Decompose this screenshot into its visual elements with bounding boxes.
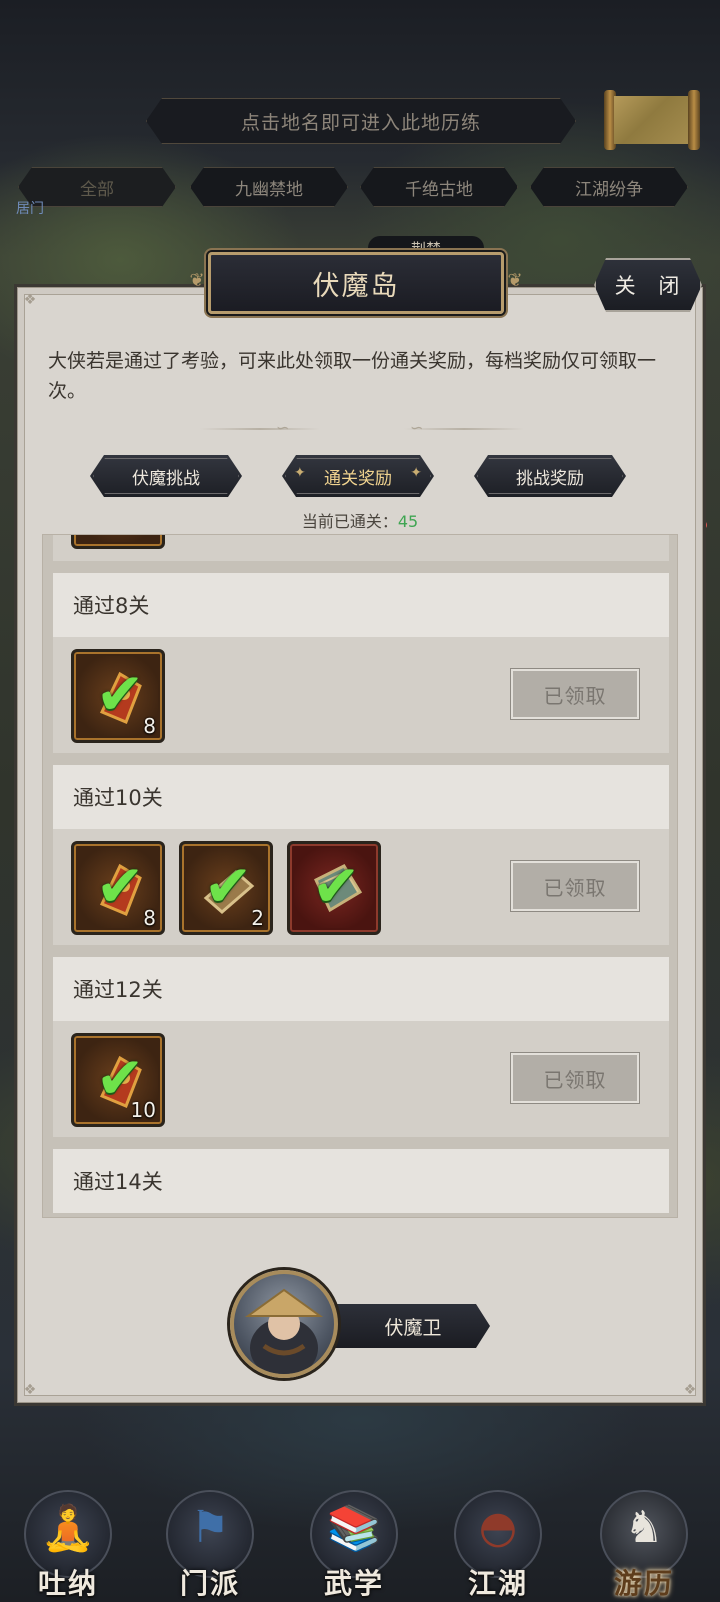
panel-title: 伏魔岛 [312,270,400,302]
reward-row: 通过12关 ✔ 10 已领取 [53,957,669,1137]
region-tab-label: 千绝古地 [405,179,473,200]
tab-label: 通关奖励 [324,468,392,489]
claimed-button[interactable]: 已领取 [511,1053,639,1103]
npc-name-banner[interactable]: 伏魔卫 [318,1304,490,1348]
reward-item-slot[interactable]: ✔ 8 [71,649,165,743]
row-gap [53,561,669,573]
reward-item-slot[interactable]: ✔ 10 [71,1033,165,1127]
divider-ornament-icon: ∽ [276,418,290,437]
title-wing-right-icon: ❦ [507,270,523,291]
tab-clear-rewards[interactable]: 通关奖励 ✦ [282,455,434,497]
map-place-label[interactable]: 居门 [16,198,44,218]
item-count: 10 [130,1098,156,1122]
reward-row-title: 通过14关 [53,1149,669,1213]
tab-ornament-icon: ✦ [410,465,422,481]
npc-portrait[interactable] [230,1270,338,1378]
npc-name: 伏魔卫 [384,1316,442,1339]
nav-menpai[interactable]: ⚑ 门派 [160,1480,260,1600]
reward-row: 通过8关 ✔ 8 已领取 [53,573,669,753]
nav-tuna[interactable]: 🧘 吐纳 [18,1480,118,1600]
reward-list-scroll: 通过8关 ✔ 8 已领取 通过10关 ✔ 8 ✔ 2 ✔ 已领取 通过12关 ✔… [53,535,669,1213]
reward-row-body: ✔ 8 ✔ 2 ✔ 已领取 [53,829,669,945]
tab-label: 挑战奖励 [516,468,584,489]
scroll-map-paper [614,96,690,144]
reward-item-slot[interactable]: ✔ 2 [179,841,273,935]
claimed-label: 已领取 [543,1067,607,1092]
reward-row-title: 通过8关 [53,573,669,637]
claimed-label: 已领取 [543,683,607,708]
tab-label: 伏魔挑战 [132,468,200,489]
nav-label: 游历 [613,1567,674,1600]
white-horse-icon: ♞ [624,1502,664,1553]
straw-hat-warrior-icon [244,1288,324,1374]
nav-wuxue[interactable]: 📚 武学 [304,1480,404,1600]
world-scroll-map-button[interactable] [604,90,700,150]
divider-ornament-icon: ∽ [410,418,424,437]
corner-ornament-icon: ❖ [23,292,37,308]
reward-item-slot[interactable]: ✔ 8 [71,841,165,935]
reward-item-slot[interactable] [71,535,165,549]
map-hint-bar: 点击地名即可进入此地历练 [146,98,576,144]
title-wing-left-icon: ❦ [189,270,205,291]
claimed-label: 已领取 [543,875,607,900]
tab-fumo-challenge[interactable]: 伏魔挑战 [90,455,242,497]
nav-label: 门派 [179,1567,240,1600]
region-tab-label: 九幽禁地 [235,179,303,200]
nav-youli[interactable]: ♞ 游历 [594,1480,694,1600]
corner-ornament-icon: ❖ [683,1382,697,1398]
reward-row: 通过14关 [53,1149,669,1213]
meditation-figure-icon: 🧘 [40,1503,96,1554]
map-hint-text: 点击地名即可进入此地历练 [240,111,481,134]
reward-list[interactable]: 通过8关 ✔ 8 已领取 通过10关 ✔ 8 ✔ 2 ✔ 已领取 通过12关 ✔… [42,534,678,1218]
nav-label: 吐纳 [37,1567,98,1600]
reward-row-title: 通过12关 [53,957,669,1021]
reward-row-partial [53,535,669,561]
cleared-label: 当前已通关： [301,512,398,531]
sect-flag-icon: ⚑ [190,1502,230,1553]
region-tab-label: 全部 [80,179,114,200]
region-tab-bar: 全部 九幽禁地 千绝古地 江湖纷争 [18,167,702,207]
hat-icon: ◓ [478,1502,518,1553]
reward-row-body: ✔ 8 已领取 [53,637,669,753]
bottom-nav: 🧘 吐纳 ⚑ 门派 📚 武学 ◓ 江湖 ♞ 游历 [0,1480,720,1602]
reward-row-title: 通过10关 [53,765,669,829]
region-tab-jiuyou[interactable]: 九幽禁地 [190,167,348,207]
claimed-button[interactable]: 已领取 [511,861,639,911]
corner-ornament-icon: ❖ [23,1382,37,1398]
reward-row: 通过10关 ✔ 8 ✔ 2 ✔ 已领取 [53,765,669,945]
check-icon: ✔ [311,852,361,920]
region-tab-label: 江湖纷争 [575,179,643,200]
nav-jianghu[interactable]: ◓ 江湖 [448,1480,548,1600]
item-count: 8 [143,906,156,930]
divider-line [200,428,320,430]
region-tab-jianghu[interactable]: 江湖纷争 [530,167,688,207]
panel-title-plate: 伏魔岛 [208,252,504,314]
close-button[interactable]: 关 闭 [594,258,702,312]
panel-description: 大侠若是通过了考验，可来此处领取一份通关奖励，每档奖励仅可领取一次。 [48,350,657,402]
region-tab-qianjue[interactable]: 千绝古地 [360,167,518,207]
row-gap [53,753,669,765]
item-count: 8 [143,714,156,738]
reward-row-body: ✔ 10 已领取 [53,1021,669,1137]
item-count: 2 [251,906,264,930]
book-stack-icon: 📚 [326,1503,382,1554]
nav-label: 江湖 [467,1567,528,1600]
reward-item-slot[interactable]: ✔ [287,841,381,935]
tab-challenge-rewards[interactable]: 挑战奖励 [474,455,626,497]
scroll-roller-right [688,90,700,150]
row-gap [53,945,669,957]
claimed-button[interactable]: 已领取 [511,669,639,719]
row-gap [53,1137,669,1149]
cleared-stage-counter: 当前已通关：45 [0,508,720,532]
nav-label: 武学 [323,1567,384,1600]
close-button-label: 关 闭 [614,274,688,298]
cleared-value: 45 [397,512,419,531]
